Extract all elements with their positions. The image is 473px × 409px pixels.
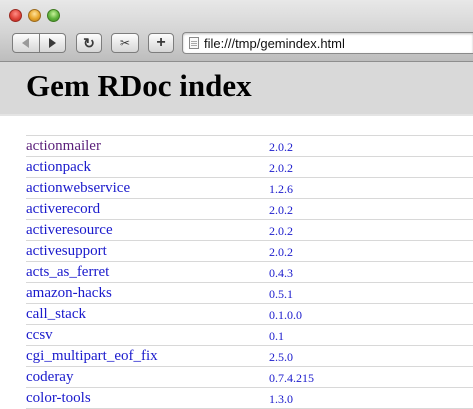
gem-row: actionmailer 2.0.2: [26, 136, 473, 157]
forward-arrow-icon: [48, 38, 56, 48]
gem-name-link[interactable]: actionwebservice: [26, 179, 130, 198]
gem-row: activerecord 2.0.2: [26, 199, 473, 220]
gem-list: actionmailer 2.0.2 actionpack 2.0.2 actionwe…: [26, 135, 473, 409]
close-window-icon[interactable]: [9, 9, 22, 22]
gem-name-link[interactable]: call_stack: [26, 305, 86, 324]
gem-name-link[interactable]: actionmailer: [26, 137, 101, 156]
gem-row: activesupport 2.0.2: [26, 241, 473, 262]
gem-version-link[interactable]: 1.3.0: [269, 390, 293, 408]
zoom-window-icon[interactable]: [47, 9, 60, 22]
gem-row: color-tools 1.3.0: [26, 388, 473, 409]
gem-name-link[interactable]: actionpack: [26, 158, 91, 177]
gem-name-link[interactable]: acts_as_ferret: [26, 263, 109, 282]
page-icon: [189, 37, 199, 49]
reload-icon: ↻: [83, 34, 95, 51]
gem-version-link[interactable]: 0.5.1: [269, 285, 293, 303]
gem-version-link[interactable]: 2.5.0: [269, 348, 293, 366]
gem-row: coderay 0.7.4.215: [26, 367, 473, 388]
gem-version-link[interactable]: 2.0.2: [269, 201, 293, 219]
gem-name-link[interactable]: activesupport: [26, 242, 107, 261]
gem-row: actionwebservice 1.2.6: [26, 178, 473, 199]
gem-row: amazon-hacks 0.5.1: [26, 283, 473, 304]
gem-version-link[interactable]: 0.4.3: [269, 264, 293, 282]
forward-button[interactable]: [39, 33, 66, 53]
url-text[interactable]: file:///tmp/gemindex.html: [204, 36, 345, 51]
gem-version-link[interactable]: 0.1: [269, 327, 284, 345]
gem-name-link[interactable]: activerecord: [26, 200, 100, 219]
back-forward-buttons: [12, 33, 66, 53]
snip-button[interactable]: ✂: [111, 33, 139, 53]
gem-name-link[interactable]: amazon-hacks: [26, 284, 112, 303]
gem-name-link[interactable]: cgi_multipart_eof_fix: [26, 347, 158, 366]
gem-name-link[interactable]: ccsv: [26, 326, 53, 345]
gem-version-link[interactable]: 2.0.2: [269, 138, 293, 156]
plus-icon: +: [156, 34, 166, 51]
gem-row: ccsv 0.1: [26, 325, 473, 346]
gem-row: call_stack 0.1.0.0: [26, 304, 473, 325]
gem-row: acts_as_ferret 0.4.3: [26, 262, 473, 283]
add-bookmark-button[interactable]: +: [148, 33, 174, 53]
back-arrow-icon: [22, 38, 30, 48]
gem-version-link[interactable]: 2.0.2: [269, 159, 293, 177]
gem-version-link[interactable]: 0.7.4.215: [269, 369, 314, 387]
gem-version-link[interactable]: 0.1.0.0: [269, 306, 302, 324]
snip-icon: ✂: [119, 36, 131, 50]
gem-version-link[interactable]: 2.0.2: [269, 222, 293, 240]
reload-button[interactable]: ↻: [76, 33, 102, 53]
gem-name-link[interactable]: activeresource: [26, 221, 113, 240]
gem-row: cgi_multipart_eof_fix 2.5.0: [26, 346, 473, 367]
gem-name-link[interactable]: coderay: [26, 368, 73, 387]
gem-version-link[interactable]: 1.2.6: [269, 180, 293, 198]
browser-toolbar: ↻ ✂ + file:///tmp/gemindex.html: [0, 0, 473, 62]
page-title: Gem RDoc index: [26, 68, 252, 103]
address-bar[interactable]: file:///tmp/gemindex.html: [182, 32, 473, 54]
gem-name-link[interactable]: color-tools: [26, 389, 91, 408]
header-divider: [0, 114, 473, 116]
gem-row: activeresource 2.0.2: [26, 220, 473, 241]
gem-version-link[interactable]: 2.0.2: [269, 243, 293, 261]
gem-row: actionpack 2.0.2: [26, 157, 473, 178]
minimize-window-icon[interactable]: [28, 9, 41, 22]
back-button[interactable]: [12, 33, 40, 53]
